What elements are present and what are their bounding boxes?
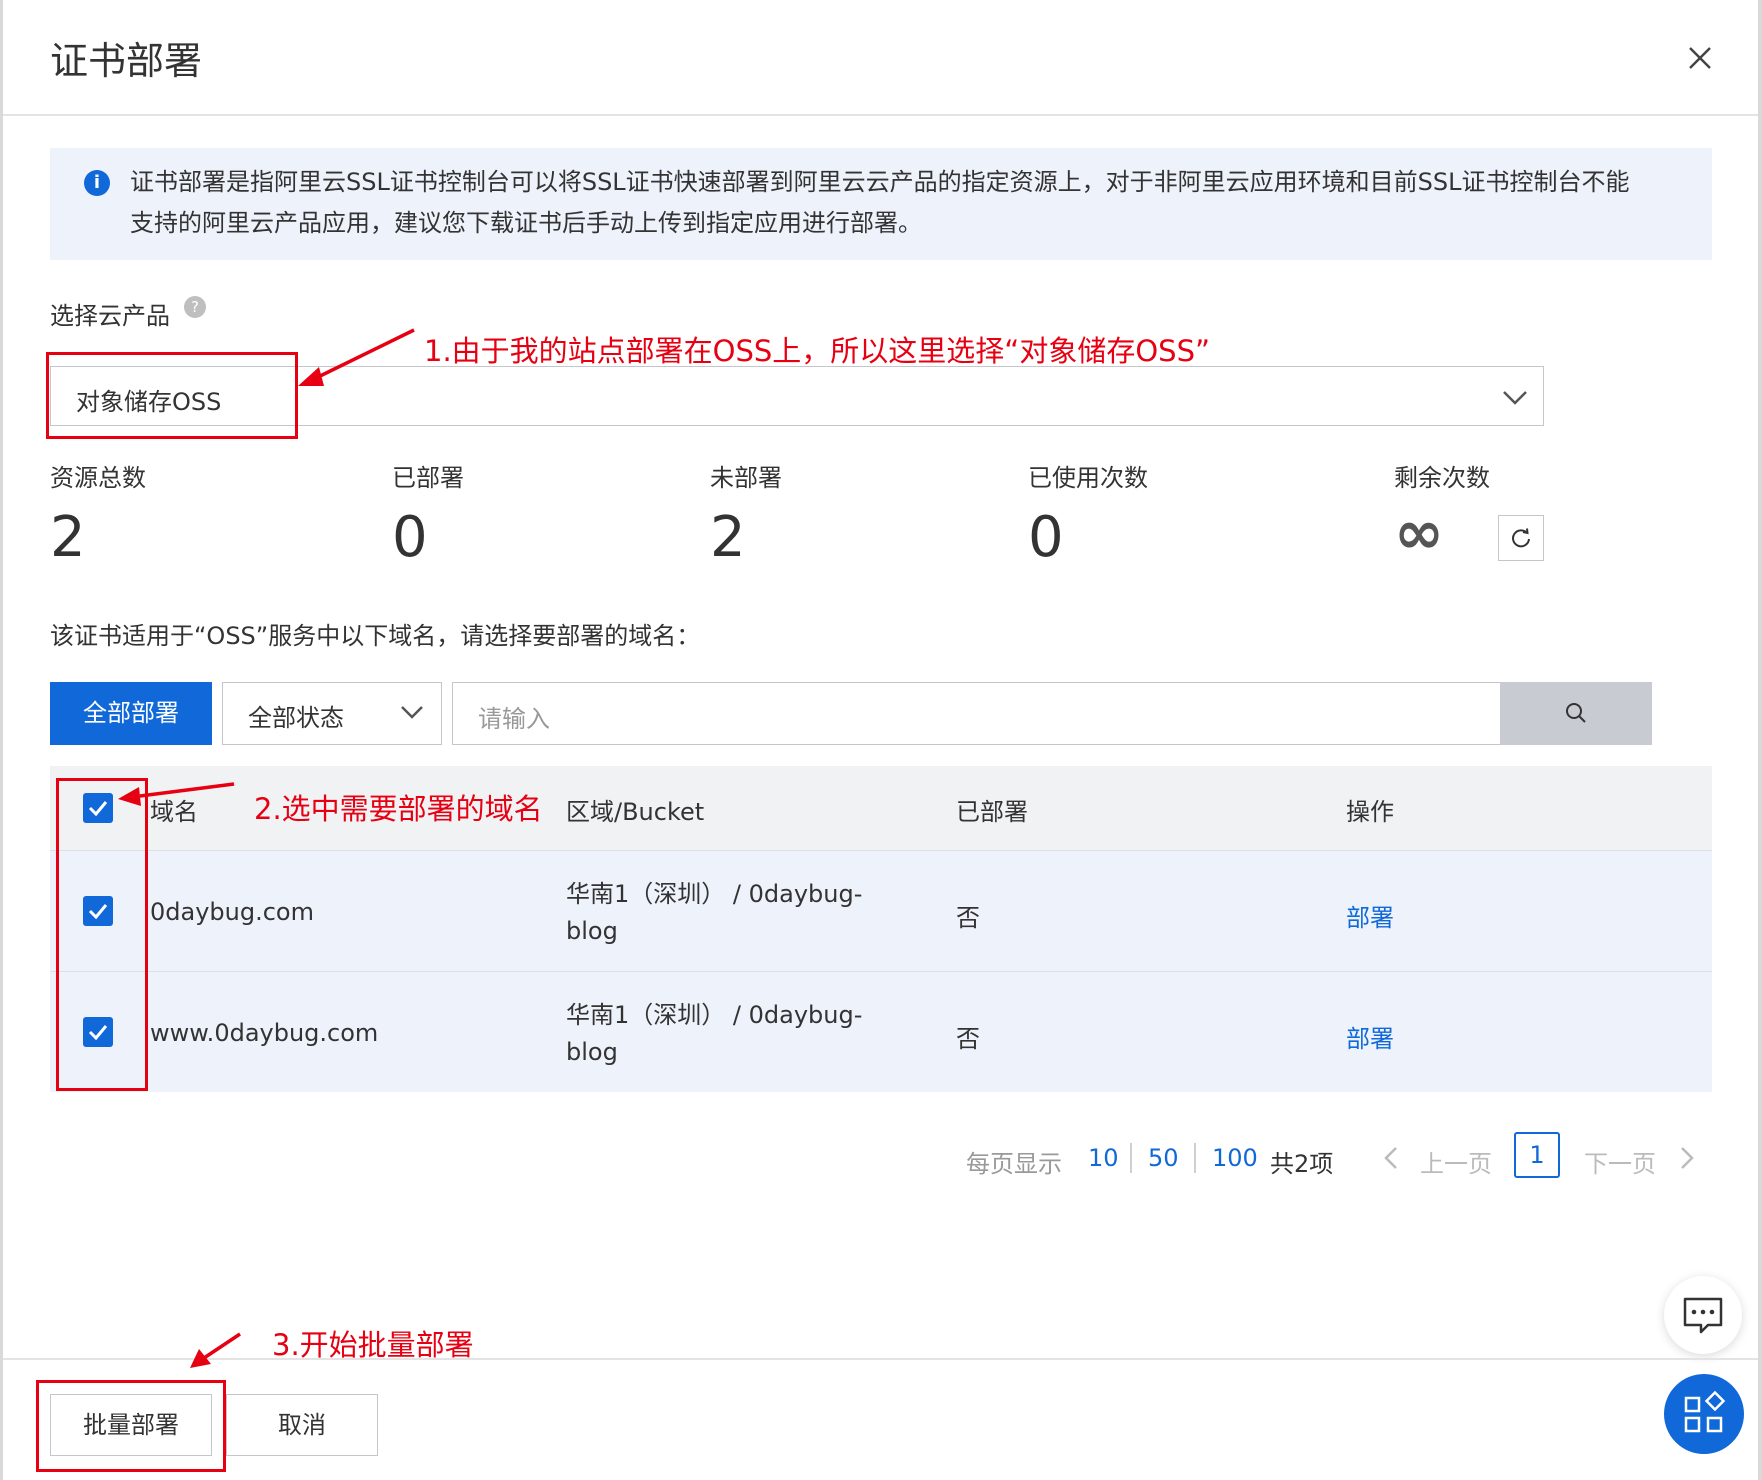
page-size-divider	[1130, 1143, 1132, 1173]
deploy-link[interactable]: 部署	[1346, 1019, 1394, 1054]
dialog-left-edge	[0, 0, 3, 1480]
search-placeholder: 请输入	[478, 705, 550, 733]
row-region-line1: 华南1（深圳） / 0daybug-	[566, 1001, 863, 1029]
apps-icon	[1684, 1390, 1726, 1433]
row-region: 华南1（深圳） / 0daybug- blog	[566, 876, 886, 950]
chevron-left-icon[interactable]	[1380, 1144, 1402, 1172]
arrow-step3-icon	[190, 1332, 241, 1368]
feedback-button[interactable]	[1664, 1276, 1742, 1354]
info-icon: i	[84, 170, 110, 196]
dialog-title: 证书部署	[50, 39, 203, 83]
annotation-step3: 3.开始批量部署	[272, 1328, 474, 1362]
header-divider	[3, 114, 1758, 116]
stat-deployed-label: 已部署	[392, 464, 464, 492]
stat-used-label: 已使用次数	[1028, 464, 1148, 492]
header-deployed: 已部署	[956, 798, 1028, 826]
row-domain: www.0daybug.com	[150, 1019, 379, 1047]
apps-button[interactable]	[1664, 1374, 1744, 1454]
close-icon[interactable]	[1680, 38, 1720, 78]
row-region: 华南1（深圳） / 0daybug- blog	[566, 997, 886, 1071]
annotation-box-select	[46, 352, 298, 439]
deploy-link[interactable]: 部署	[1346, 898, 1394, 933]
row-region-line2: blog	[566, 1038, 618, 1066]
search-input[interactable]	[452, 682, 1502, 745]
select-product-label: 选择云产品	[50, 302, 170, 330]
row-domain: 0daybug.com	[150, 898, 314, 926]
row-region-line2: blog	[566, 917, 618, 945]
row-deployed: 否	[956, 1025, 980, 1053]
page-size-50[interactable]: 50	[1148, 1144, 1179, 1172]
deploy-all-button[interactable]: 全部部署	[50, 682, 212, 745]
stat-undeployed-value: 2	[710, 505, 746, 570]
refresh-button[interactable]	[1498, 515, 1544, 561]
page-size-100[interactable]: 100	[1212, 1144, 1258, 1172]
refresh-icon	[1512, 528, 1530, 548]
next-page-button[interactable]: 下一页	[1584, 1144, 1656, 1179]
stat-total-label: 资源总数	[50, 464, 146, 492]
chevron-right-icon[interactable]	[1676, 1144, 1698, 1172]
chevron-down-icon	[401, 706, 423, 719]
chat-icon	[1683, 1297, 1723, 1334]
row-deployed: 否	[956, 904, 980, 932]
prev-page-button[interactable]: 上一页	[1420, 1144, 1492, 1179]
footer-divider	[3, 1358, 1758, 1360]
header-domain: 域名	[150, 798, 198, 826]
help-icon[interactable]: ?	[184, 296, 206, 318]
total-count: 共2项	[1270, 1150, 1334, 1178]
annotation-step1: 1.由于我的站点部署在OSS上，所以这里选择“对象储存OSS”	[424, 334, 1211, 368]
stat-total-value: 2	[50, 505, 86, 570]
cancel-button[interactable]: 取消	[226, 1394, 378, 1456]
annotation-step2: 2.选中需要部署的域名	[254, 792, 543, 826]
page-size-10[interactable]: 10	[1088, 1144, 1119, 1172]
status-select-value: 全部状态	[248, 704, 344, 732]
row-region-line1: 华南1（深圳） / 0daybug-	[566, 880, 863, 908]
header-region: 区域/Bucket	[566, 798, 705, 826]
stat-remaining-label: 剩余次数	[1394, 464, 1490, 492]
annotation-box-batch	[36, 1380, 226, 1472]
page-size-divider	[1194, 1143, 1196, 1173]
infinity-icon: ∞	[1394, 498, 1444, 568]
current-page[interactable]: 1	[1514, 1132, 1560, 1178]
notice-text: 证书部署是指阿里云SSL证书控制台可以将SSL证书快速部署到阿里云云产品的指定资…	[130, 168, 1630, 237]
header-action: 操作	[1346, 798, 1394, 826]
stat-undeployed-label: 未部署	[710, 464, 782, 492]
search-icon	[1566, 703, 1586, 723]
chevron-down-icon	[1503, 391, 1527, 405]
annotation-box-checkboxes	[56, 778, 148, 1091]
stat-used-value: 0	[1028, 505, 1064, 570]
per-page-label: 每页显示	[966, 1150, 1062, 1178]
domain-description: 该证书适用于“OSS”服务中以下域名，请选择要部署的域名：	[50, 622, 701, 650]
dialog-right-edge	[1758, 0, 1762, 1480]
stat-deployed-value: 0	[392, 505, 428, 570]
